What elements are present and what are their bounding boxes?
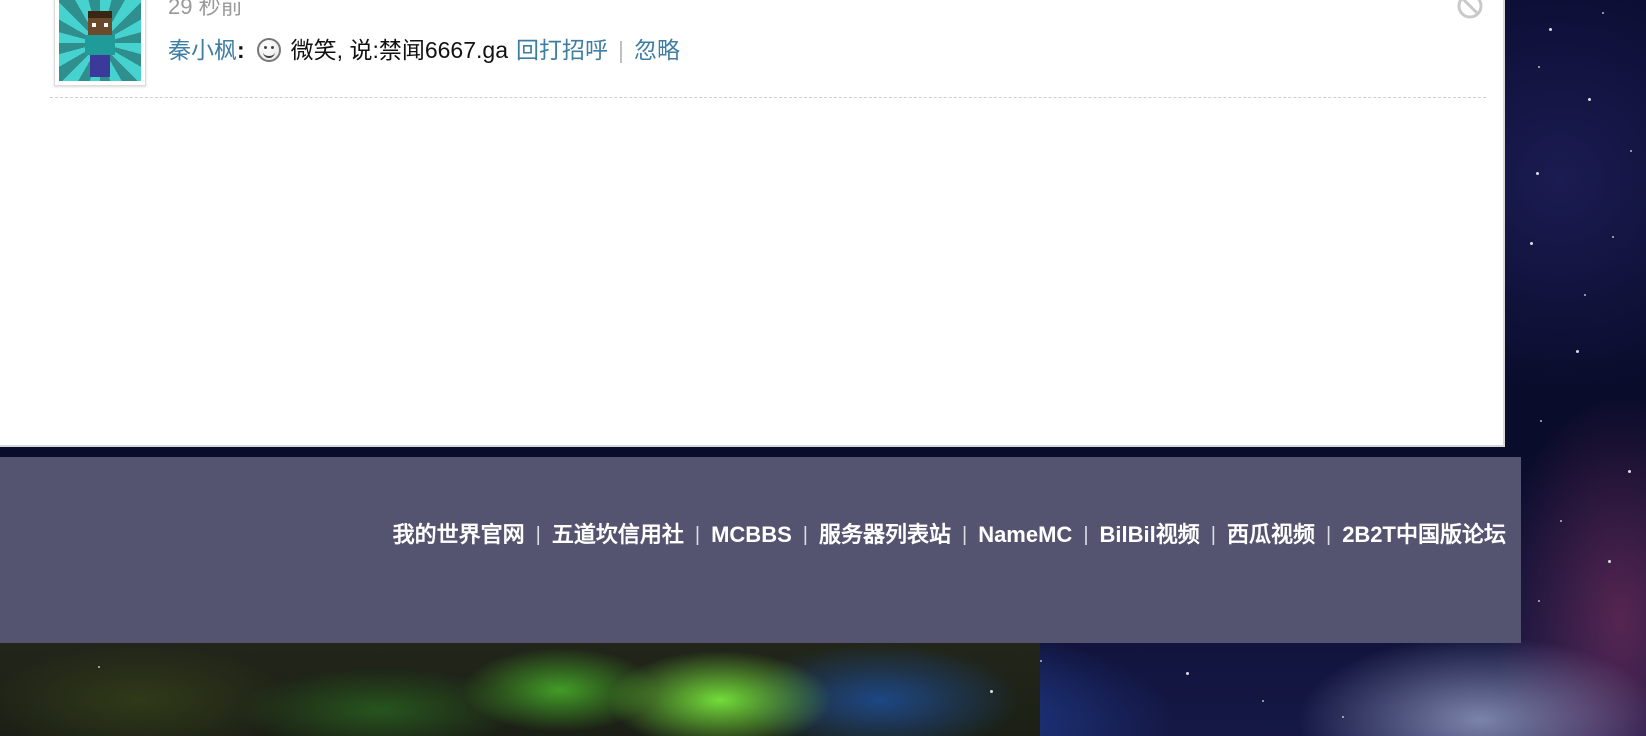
footer-separator: | (535, 524, 541, 546)
avatar-image (59, 0, 141, 81)
footer-links: 我的世界官网 | 五道坎信用社 | MCBBS | 服务器列表站 | NameM… (393, 521, 1506, 549)
footer-link-server-list[interactable]: 服务器列表站 (819, 521, 951, 549)
footer-separator: | (694, 524, 701, 546)
avatar[interactable] (54, 0, 146, 86)
footer: 我的世界官网 | 五道坎信用社 | MCBBS | 服务器列表站 | NameM… (0, 457, 1521, 643)
separator: | (617, 37, 624, 63)
feed-panel: 29 秒前 秦小枫 : 微笑, 说:禁闻6667.ga 回打招呼 | 忽略 (0, 0, 1505, 447)
feed-time: 29 秒前 (168, 0, 243, 19)
footer-link-wudaokan[interactable]: 五道坎信用社 (552, 521, 684, 549)
feed-action-text: 微笑, 说:禁闻6667.ga (290, 37, 508, 63)
nebula-image (0, 640, 1040, 736)
feed-content: 秦小枫 : 微笑, 说:禁闻6667.ga 回打招呼 | 忽略 (168, 36, 680, 64)
footer-separator: | (802, 524, 808, 546)
footer-link-mcbbs[interactable]: MCBBS (711, 521, 792, 549)
footer-separator: | (1210, 524, 1216, 546)
colon: : (237, 37, 245, 63)
footer-separator: | (1325, 524, 1332, 546)
footer-link-xigua[interactable]: 西瓜视频 (1227, 521, 1315, 549)
footer-separator: | (961, 524, 968, 546)
footer-link-bilibili[interactable]: BilBil视频 (1100, 521, 1200, 549)
footer-link-minecraft-official[interactable]: 我的世界官网 (393, 521, 525, 549)
smiley-icon (256, 38, 281, 62)
block-icon[interactable] (1456, 0, 1484, 20)
footer-separator: | (1083, 524, 1089, 546)
footer-link-namemc[interactable]: NameMC (978, 521, 1072, 549)
user-link[interactable]: 秦小枫 (168, 36, 237, 64)
divider (50, 97, 1486, 98)
feed-item: 29 秒前 秦小枫 : 微笑, 说:禁闻6667.ga 回打招呼 | 忽略 (50, 0, 1486, 103)
footer-link-2b2t[interactable]: 2B2T中国版论坛 (1342, 521, 1506, 549)
ignore-link[interactable]: 忽略 (634, 36, 680, 64)
greet-back-link[interactable]: 回打招呼 (516, 36, 608, 64)
